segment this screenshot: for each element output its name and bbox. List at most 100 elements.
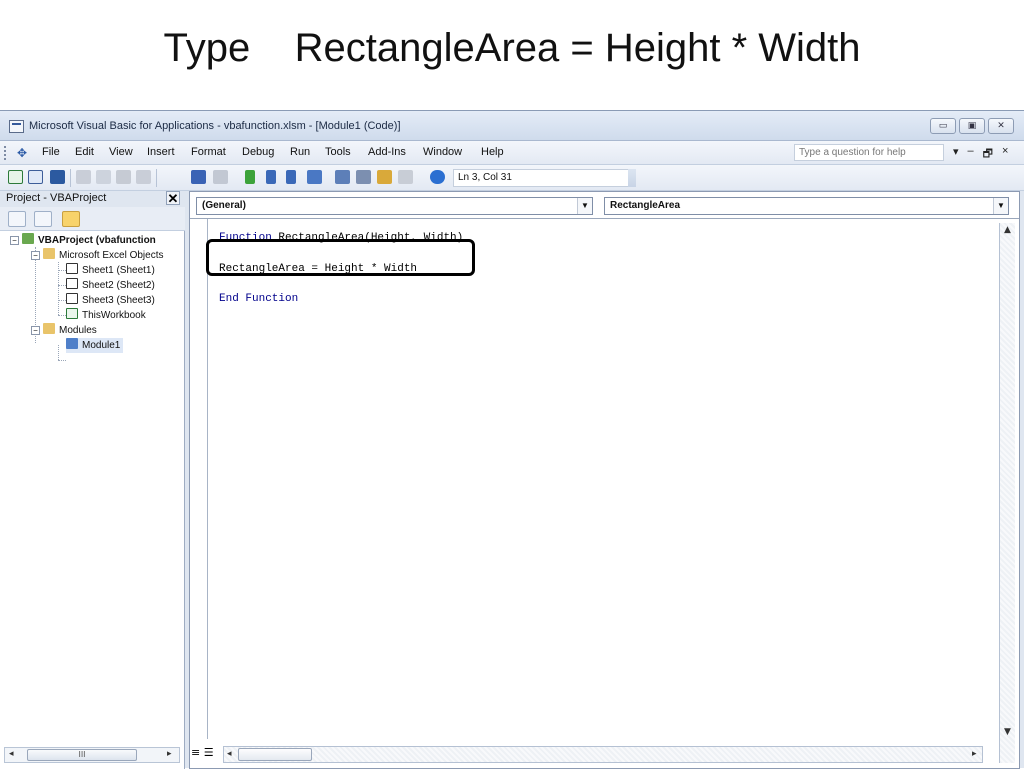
find-icon[interactable]: [136, 170, 151, 184]
code-line[interactable]: End Function: [219, 293, 298, 305]
run-icon[interactable]: [245, 170, 255, 184]
menu-edit[interactable]: Edit: [75, 146, 94, 158]
save-icon[interactable]: [50, 170, 65, 184]
menu-debug[interactable]: Debug: [242, 146, 274, 158]
help-icon[interactable]: [430, 170, 445, 184]
tree-item-thisworkbook[interactable]: ThisWorkbook: [66, 308, 146, 323]
toggle-folders-button[interactable]: [62, 211, 80, 227]
slide-title: Type RectangleArea = Height * Width: [163, 26, 861, 70]
toolbar-options-grip[interactable]: [628, 169, 636, 187]
tree-item-sheet1[interactable]: Sheet1 (Sheet1): [66, 263, 155, 278]
minimize-button[interactable]: ▭: [930, 118, 956, 134]
close-button[interactable]: ✕: [988, 118, 1014, 134]
object-combo-value: (General): [202, 200, 246, 211]
cursor-position: Ln 3, Col 31: [453, 169, 633, 187]
properties-icon[interactable]: [356, 170, 371, 184]
toolbox-icon[interactable]: [398, 170, 413, 184]
maximize-button[interactable]: ▣: [959, 118, 985, 134]
project-explorer-header: Project - VBAProject ✕: [0, 191, 185, 207]
margin-indicator-bar[interactable]: [190, 219, 208, 739]
menu-run[interactable]: Run: [290, 146, 310, 158]
menu-insert[interactable]: Insert: [147, 146, 175, 158]
scroll-right-arrow-icon[interactable]: ▸: [972, 749, 977, 759]
collapse-icon[interactable]: −: [31, 326, 40, 335]
code-window: (General) ▼ RectangleArea ▼ Function Rec…: [189, 191, 1020, 769]
scroll-up-arrow-icon[interactable]: ▲: [1004, 225, 1011, 235]
menu-view[interactable]: View: [109, 146, 133, 158]
worksheet-icon: [66, 278, 78, 289]
scroll-right-arrow-icon[interactable]: ▸: [167, 749, 172, 759]
project-explorer-icon[interactable]: [335, 170, 350, 184]
tree-item-excel-objects[interactable]: − Microsoft Excel Objects: [31, 248, 163, 263]
collapse-icon[interactable]: −: [10, 236, 19, 245]
paste-icon[interactable]: [116, 170, 131, 184]
insert-module-icon[interactable]: [28, 170, 43, 184]
redo-icon[interactable]: [213, 170, 228, 184]
worksheet-icon: [66, 293, 78, 304]
chevron-down-icon[interactable]: ▼: [993, 198, 1008, 214]
window-buttons: ▭ ▣ ✕: [930, 118, 1014, 134]
view-code-button[interactable]: [8, 211, 26, 227]
menu-add-ins[interactable]: Add-Ins: [368, 146, 406, 158]
menu-format[interactable]: Format: [191, 146, 226, 158]
mdi-controls: ▾ – 🗗 ×: [953, 145, 1008, 164]
scroll-left-arrow-icon[interactable]: ◂: [9, 749, 14, 759]
mdi-minimize-button[interactable]: –: [968, 145, 974, 164]
tree-line: [58, 315, 66, 316]
procedure-view-icon[interactable]: ≡: [191, 746, 200, 759]
chevron-down-icon[interactable]: ▼: [577, 198, 592, 214]
vba-menu-icon[interactable]: ✥: [17, 146, 27, 160]
view-object-button[interactable]: [34, 211, 52, 227]
project-toolbar: [0, 207, 185, 231]
mdi-close-button[interactable]: ×: [1002, 145, 1008, 164]
undo-icon[interactable]: [191, 170, 206, 184]
module-icon: [66, 338, 78, 349]
full-module-view-icon[interactable]: ☰: [204, 746, 214, 759]
break-icon[interactable]: [266, 170, 276, 184]
project-close-button[interactable]: ✕: [166, 191, 180, 206]
menubar-grip[interactable]: [4, 146, 7, 160]
scroll-thumb[interactable]: III: [27, 749, 137, 761]
scroll-down-arrow-icon[interactable]: ▼: [1004, 727, 1011, 737]
reset-icon[interactable]: [286, 170, 296, 184]
code-editor[interactable]: Function RectangleArea(Height, Width) Re…: [190, 218, 1019, 768]
cut-icon[interactable]: [76, 170, 91, 184]
view-excel-icon[interactable]: [8, 170, 23, 184]
scroll-left-arrow-icon[interactable]: ◂: [227, 749, 232, 759]
toolbar-separator: [70, 169, 71, 187]
code-hscrollbar[interactable]: ◂ ▸: [223, 746, 983, 763]
collapse-icon[interactable]: −: [31, 251, 40, 260]
menu-help[interactable]: Help: [481, 146, 504, 158]
vbe-app-icon[interactable]: [9, 120, 24, 133]
tree-item-sheet2[interactable]: Sheet2 (Sheet2): [66, 278, 155, 293]
tree-item-module1[interactable]: Module1: [66, 338, 124, 353]
tree-item-modules[interactable]: − Modules: [31, 323, 97, 338]
tree-line: [58, 300, 66, 301]
worksheet-icon: [66, 263, 78, 274]
window-title: Microsoft Visual Basic for Applications …: [29, 120, 401, 132]
scroll-thumb[interactable]: [238, 748, 312, 761]
object-combo[interactable]: (General) ▼: [196, 197, 593, 215]
tree-item-label: VBAProject (vbafunction: [38, 235, 156, 246]
menu-tools[interactable]: Tools: [325, 146, 351, 158]
code-vscrollbar[interactable]: ▲ ▼: [999, 223, 1015, 763]
tree-item-vbaproject[interactable]: − VBAProject (vbafunction: [10, 233, 156, 248]
tree-item-label: Module1: [82, 340, 121, 351]
menu-window[interactable]: Window: [423, 146, 462, 158]
tree-item-label: Sheet2 (Sheet2): [82, 280, 155, 291]
tree-line: [58, 360, 66, 361]
menu-file[interactable]: File: [42, 146, 60, 158]
menu-bar: ✥ File Edit View Insert Format Debug Run…: [0, 141, 1024, 165]
tree-item-sheet3[interactable]: Sheet3 (Sheet3): [66, 293, 155, 308]
object-browser-icon[interactable]: [377, 170, 392, 184]
help-search-input[interactable]: Type a question for help: [794, 144, 944, 161]
copy-icon[interactable]: [96, 170, 111, 184]
title-bar[interactable]: Microsoft Visual Basic for Applications …: [0, 111, 1024, 141]
design-mode-icon[interactable]: [307, 170, 322, 184]
mdi-restore-button[interactable]: 🗗: [983, 145, 993, 164]
help-dropdown-icon[interactable]: ▾: [953, 145, 959, 164]
procedure-combo[interactable]: RectangleArea ▼: [604, 197, 1009, 215]
project-hscrollbar[interactable]: ◂ III ▸: [4, 747, 180, 763]
project-explorer: Project - VBAProject ✕ − VBAProject (vbaf…: [0, 191, 185, 769]
procedure-combo-value: RectangleArea: [610, 200, 681, 211]
